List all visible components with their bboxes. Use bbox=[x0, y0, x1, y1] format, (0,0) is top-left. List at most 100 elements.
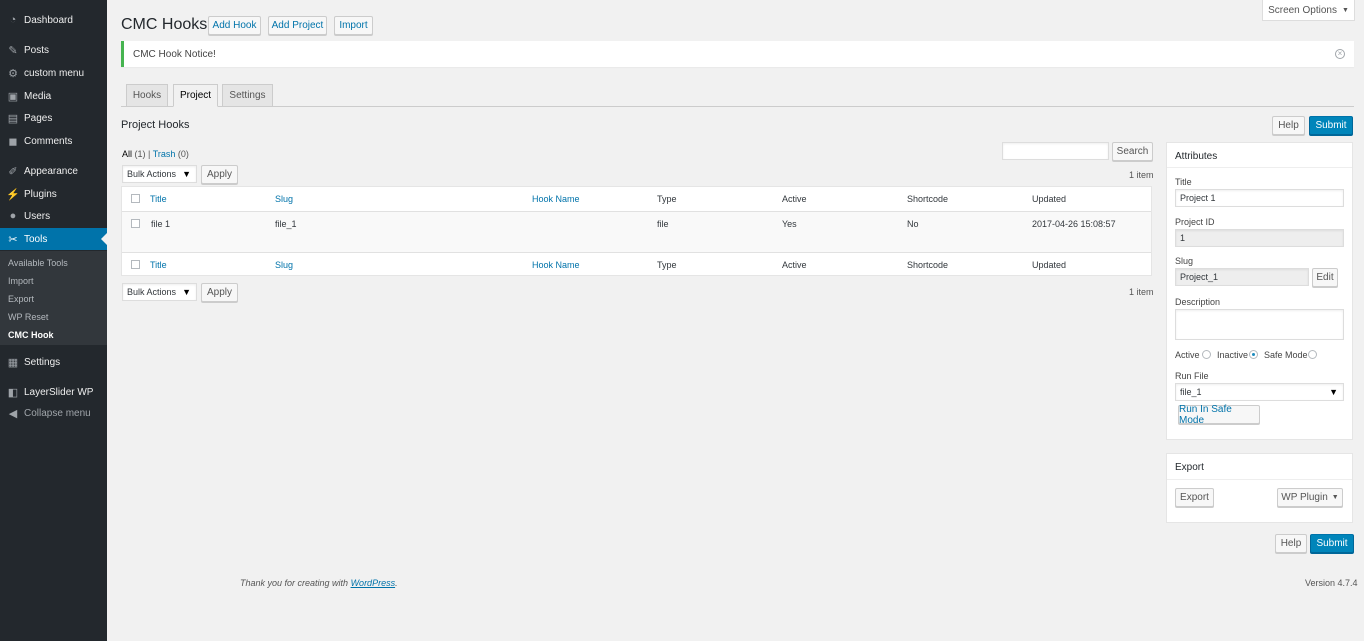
wordpress-link[interactable]: WordPress bbox=[351, 578, 396, 588]
search-input[interactable] bbox=[1002, 142, 1109, 160]
submenu-export[interactable]: Export bbox=[8, 294, 34, 304]
gear-icon: ⚙ bbox=[8, 67, 18, 80]
column-slug[interactable]: Slug bbox=[275, 194, 293, 204]
media-icon: ▣ bbox=[7, 90, 19, 103]
column-shortcode-footer: Shortcode bbox=[907, 260, 949, 270]
column-type-footer: Type bbox=[657, 260, 677, 270]
sidebar-item-dashboard[interactable]: ◔ Dashboard bbox=[0, 9, 107, 31]
brush-icon: ✐ bbox=[8, 165, 18, 178]
column-slug-footer[interactable]: Slug bbox=[275, 260, 293, 270]
column-updated-footer: Updated bbox=[1032, 260, 1067, 270]
submit-button-top[interactable]: Submit bbox=[1309, 116, 1353, 135]
column-shortcode: Shortcode bbox=[907, 194, 949, 204]
select-all-checkbox-bottom[interactable] bbox=[131, 260, 140, 269]
apply-button-top[interactable]: Apply bbox=[201, 165, 238, 184]
items-count-bottom: 1 item bbox=[1129, 287, 1154, 297]
status-inactive-label: Inactive bbox=[1217, 350, 1249, 360]
title-label: Title bbox=[1175, 177, 1192, 187]
column-active-footer: Active bbox=[782, 260, 807, 270]
edit-slug-button[interactable]: Edit bbox=[1312, 268, 1338, 287]
run-file-select[interactable]: file_1 ▼ bbox=[1175, 383, 1344, 401]
row-checkbox[interactable] bbox=[131, 219, 140, 228]
description-textarea[interactable] bbox=[1175, 309, 1344, 340]
chevron-down-icon: ▼ bbox=[182, 287, 191, 297]
plug-icon: ⚡ bbox=[6, 188, 20, 201]
collapse-menu-button[interactable]: ◀ Collapse menu bbox=[0, 402, 107, 424]
items-count-top: 1 item bbox=[1129, 170, 1154, 180]
row-slug: file_1 bbox=[275, 219, 297, 229]
status-active-radio[interactable] bbox=[1202, 350, 1211, 359]
submenu-available-tools[interactable]: Available Tools bbox=[8, 258, 68, 268]
sidebar-item-custom-menu[interactable]: ⚙ custom menu bbox=[0, 62, 107, 84]
sidebar-item-posts[interactable]: ✎ Posts bbox=[0, 39, 107, 61]
tab-hooks[interactable]: Hooks bbox=[126, 84, 168, 107]
bulk-actions-select-top[interactable]: Bulk Actions ▼ bbox=[122, 165, 197, 183]
apply-button-bottom[interactable]: Apply bbox=[201, 283, 238, 302]
footer-thanks: Thank you for creating with WordPress. bbox=[240, 578, 398, 588]
sidebar-item-comments[interactable]: ◼ Comments bbox=[0, 130, 107, 152]
table-row: file 1 file_1 file Yes No 2017-04-26 15:… bbox=[122, 212, 1151, 252]
panel-divider bbox=[1167, 479, 1352, 480]
tab-settings[interactable]: Settings bbox=[222, 84, 273, 107]
filter-trash-count: (0) bbox=[177, 149, 189, 159]
export-panel: Export Export WP Plugin ▼ bbox=[1166, 453, 1353, 523]
layers-icon: ◧ bbox=[7, 386, 19, 399]
dashboard-icon: ◔ bbox=[9, 14, 17, 26]
table-header-row: Title Slug Hook Name Type Active Shortco… bbox=[122, 187, 1151, 212]
add-hook-button[interactable]: Add Hook bbox=[208, 16, 261, 35]
tab-divider bbox=[121, 106, 1354, 107]
project-id-field: 1 bbox=[1175, 229, 1344, 247]
dismiss-icon[interactable]: × bbox=[1335, 49, 1345, 59]
run-file-label: Run File bbox=[1175, 371, 1209, 381]
column-title-footer[interactable]: Title bbox=[150, 260, 167, 270]
project-id-label: Project ID bbox=[1175, 217, 1215, 227]
settings-icon: ▦ bbox=[7, 356, 19, 369]
submenu-wp-reset[interactable]: WP Reset bbox=[8, 312, 48, 322]
column-type: Type bbox=[657, 194, 677, 204]
search-button[interactable]: Search bbox=[1112, 142, 1153, 161]
sidebar-item-appearance[interactable]: ✐ Appearance bbox=[0, 160, 107, 182]
row-active: Yes bbox=[782, 219, 797, 229]
sidebar-item-plugins[interactable]: ⚡ Plugins bbox=[0, 183, 107, 205]
run-in-safe-mode-button[interactable]: Run In Safe Mode bbox=[1178, 404, 1260, 426]
panel-divider bbox=[1167, 167, 1352, 168]
add-project-button[interactable]: Add Project bbox=[268, 16, 327, 35]
sidebar-item-layerslider[interactable]: ◧ LayerSlider WP bbox=[0, 381, 107, 403]
submit-button-bottom[interactable]: Submit bbox=[1310, 534, 1354, 553]
bulk-actions-select-bottom[interactable]: Bulk Actions ▼ bbox=[122, 283, 197, 301]
status-safe-radio[interactable] bbox=[1308, 350, 1317, 359]
help-button-bottom[interactable]: Help bbox=[1275, 534, 1307, 553]
column-title[interactable]: Title bbox=[150, 194, 167, 204]
sidebar-item-tools[interactable]: ✂ Tools bbox=[0, 228, 107, 250]
column-hook-name-footer[interactable]: Hook Name bbox=[532, 260, 580, 270]
select-all-checkbox[interactable] bbox=[131, 194, 140, 203]
section-title: Project Hooks bbox=[121, 119, 190, 131]
column-hook-name[interactable]: Hook Name bbox=[532, 194, 580, 204]
status-inactive-radio[interactable] bbox=[1249, 350, 1258, 359]
row-updated: 2017-04-26 15:08:57 bbox=[1032, 219, 1116, 229]
page-icon: ▤ bbox=[7, 112, 19, 125]
user-icon: ● bbox=[9, 210, 17, 222]
status-safe-label: Safe Mode bbox=[1264, 350, 1308, 360]
row-title[interactable]: file 1 bbox=[151, 219, 170, 229]
export-button[interactable]: Export bbox=[1175, 488, 1214, 507]
comment-icon: ◼ bbox=[8, 135, 18, 148]
title-field[interactable]: Project 1 bbox=[1175, 189, 1344, 207]
filter-trash[interactable]: Trash bbox=[153, 149, 176, 159]
tab-project[interactable]: Project bbox=[173, 84, 218, 107]
sidebar-item-pages[interactable]: ▤ Pages bbox=[0, 107, 107, 129]
import-button[interactable]: Import bbox=[334, 16, 373, 35]
export-format-dropdown[interactable]: WP Plugin ▼ bbox=[1277, 488, 1343, 507]
chevron-down-icon: ▼ bbox=[1329, 387, 1338, 397]
screen-options-button[interactable]: Screen Options ▼ bbox=[1262, 0, 1355, 21]
sidebar-item-users[interactable]: ● Users bbox=[0, 205, 107, 227]
submenu-cmc-hook[interactable]: CMC Hook bbox=[8, 330, 54, 340]
help-button-top[interactable]: Help bbox=[1272, 116, 1305, 135]
filter-all[interactable]: All bbox=[122, 149, 132, 159]
page-title: CMC Hooks bbox=[121, 16, 208, 33]
column-updated: Updated bbox=[1032, 194, 1067, 204]
tools-submenu: Available Tools Import Export WP Reset C… bbox=[0, 251, 107, 345]
sidebar-item-settings[interactable]: ▦ Settings bbox=[0, 351, 107, 373]
sidebar-item-media[interactable]: ▣ Media bbox=[0, 85, 107, 107]
submenu-import[interactable]: Import bbox=[8, 276, 34, 286]
